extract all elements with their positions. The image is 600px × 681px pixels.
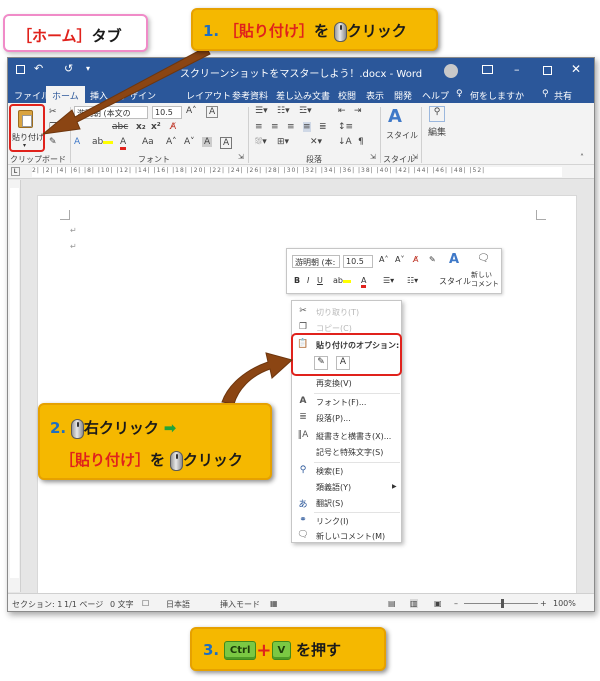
step2-arrow-icon: ➡ [163, 419, 177, 437]
step2-line2: ［貼り付け］を クリック [60, 449, 243, 471]
step3-action: を押す [296, 641, 342, 659]
ctrl-key: Ctrl [223, 641, 257, 660]
arrow-annotations [41, 46, 294, 405]
home-tab-callout: ［ホーム］タブ [3, 14, 148, 52]
home-tab-suffix: タブ [91, 27, 122, 45]
step2-action2: クリック [182, 451, 243, 469]
step3-callout: 3. Ctrl + V を押す [190, 627, 386, 671]
plus-sign: + [256, 640, 272, 661]
step1-particle: を [313, 22, 329, 40]
step1-callout: 1. ［貼り付け］を クリック [191, 8, 438, 51]
step2-particle: を [150, 451, 166, 469]
step1-target: ［貼り付け］ [223, 22, 314, 40]
step3-number: 3. [203, 641, 220, 659]
arrow-to-paste [41, 46, 211, 135]
step2-callout: 2. 右クリック ➡ ［貼り付け］を クリック [38, 403, 272, 480]
tutorial-illustration: ↶ ↺ ▾ スクリーンショットをマスターしよう！.docx - Word – ✕… [0, 0, 600, 681]
home-tab-name: ［ホーム］ [17, 27, 92, 45]
mouse-icon [169, 450, 183, 471]
step2-target: ［貼り付け］ [60, 451, 151, 469]
step1-number: 1. [203, 22, 220, 40]
v-key: V [271, 641, 292, 660]
step2-action1: 右クリック [83, 419, 159, 437]
step1-action: クリック [346, 22, 407, 40]
arrow-to-paste-options [221, 352, 294, 405]
mouse-icon [70, 418, 84, 439]
step2-line1: 2. 右クリック ➡ [50, 417, 176, 439]
mouse-icon [333, 21, 347, 42]
step2-number: 2. [50, 419, 67, 437]
